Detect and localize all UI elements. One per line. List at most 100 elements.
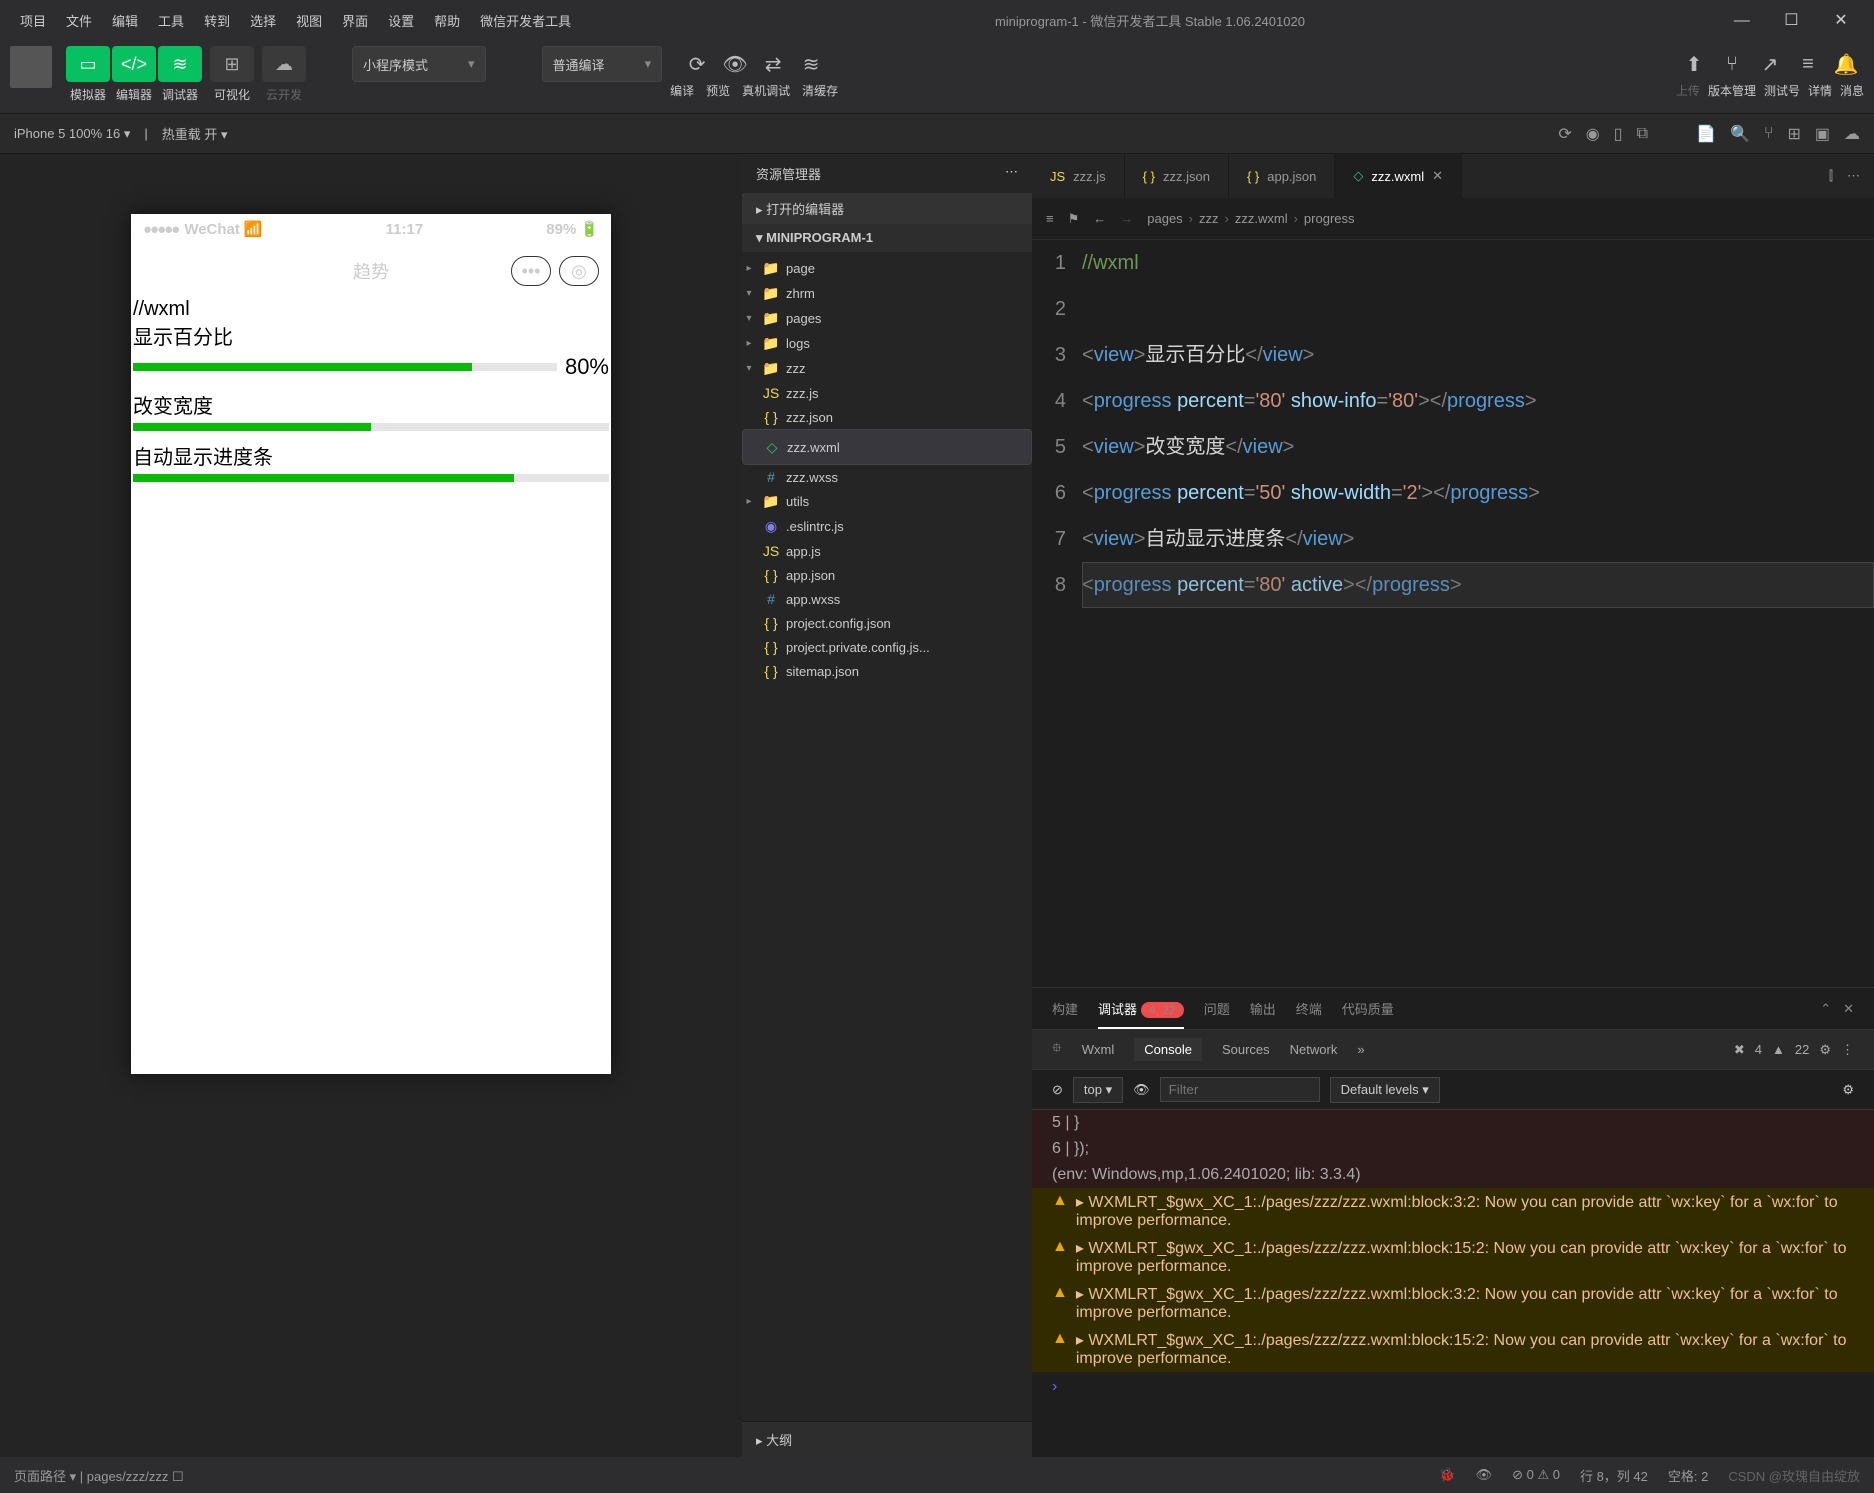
tree-zzz.wxml[interactable]: ◇zzz.wxml xyxy=(742,429,1032,465)
menu-工具[interactable]: 工具 xyxy=(148,14,194,29)
forward-icon[interactable]: → xyxy=(1120,211,1133,226)
eye-icon[interactable]: 👁 xyxy=(1133,1082,1150,1098)
stop-icon[interactable]: ◉ xyxy=(1586,124,1600,144)
bug-icon[interactable]: 🐞 xyxy=(1439,1467,1455,1483)
compile-select[interactable]: 普通编译▾ xyxy=(542,46,663,82)
search-icon[interactable]: 🔍 xyxy=(1730,124,1750,144)
ext-icon[interactable]: ⊞ xyxy=(1787,124,1800,144)
menu-转到[interactable]: 转到 xyxy=(194,14,240,29)
box-icon[interactable]: ▣ xyxy=(1815,124,1830,144)
tree-zzz.json[interactable]: { }zzz.json xyxy=(742,405,1032,429)
device-select[interactable]: iPhone 5 100% 16 ▾ xyxy=(14,126,130,142)
ptab-输出[interactable]: 输出 xyxy=(1250,999,1276,1018)
menu-选择[interactable]: 选择 xyxy=(240,14,286,29)
cloud-button[interactable]: ☁ xyxy=(262,46,306,82)
clear-cache-button[interactable]: ≋ xyxy=(794,46,828,82)
tab-zzz.json[interactable]: { }zzz.json xyxy=(1125,154,1229,198)
editor-button[interactable]: </> xyxy=(112,46,156,82)
tree-.eslintrc.js[interactable]: ◉.eslintrc.js xyxy=(742,514,1032,539)
ptab-调试器[interactable]: 调试器4, 22 xyxy=(1098,999,1184,1029)
tree-app.js[interactable]: JSapp.js xyxy=(742,539,1032,563)
explorer-more-icon[interactable]: ⋯ xyxy=(1005,164,1018,183)
panel-up-icon[interactable]: ⌃ xyxy=(1820,1001,1831,1017)
devtab-network[interactable]: Network xyxy=(1290,1042,1338,1057)
preview-button[interactable]: 👁 xyxy=(718,46,752,82)
capsule-menu[interactable]: ••• xyxy=(511,256,551,286)
bookmark-icon[interactable]: ⚑ xyxy=(1068,211,1080,227)
devtab-sources[interactable]: Sources xyxy=(1222,1042,1270,1057)
tab-app.json[interactable]: { }app.json xyxy=(1229,154,1335,198)
tab-more-icon[interactable]: ⋯ xyxy=(1847,168,1860,184)
tree-zzz.js[interactable]: JSzzz.js xyxy=(742,381,1032,405)
console-gear-icon[interactable]: ⚙ xyxy=(1842,1082,1854,1098)
outline-section[interactable]: ▸ 大纲 xyxy=(742,1421,1032,1457)
maximize-button[interactable]: ☐ xyxy=(1768,10,1814,30)
eye2-icon[interactable]: 👁 xyxy=(1476,1467,1493,1483)
menu-项目[interactable]: 项目 xyxy=(10,14,56,29)
devtab-console[interactable]: Console xyxy=(1134,1038,1202,1061)
menu-界面[interactable]: 界面 xyxy=(332,14,378,29)
more-icon[interactable]: ⋮ xyxy=(1841,1042,1854,1058)
inspect-icon[interactable]: ⯐ xyxy=(1052,1039,1062,1061)
menu-设置[interactable]: 设置 xyxy=(378,14,424,29)
open-editors-section[interactable]: ▸ 打开的编辑器 xyxy=(742,193,1032,224)
context-select[interactable]: top ▾ xyxy=(1073,1077,1123,1103)
close-icon[interactable]: ✕ xyxy=(1432,168,1443,184)
back-icon[interactable]: ← xyxy=(1093,211,1106,226)
upload-button[interactable]: ⬆ xyxy=(1677,46,1711,82)
list-icon[interactable]: ≡ xyxy=(1046,211,1054,226)
menu-微信开发者工具[interactable]: 微信开发者工具 xyxy=(470,14,581,29)
visual-button[interactable]: ⊞ xyxy=(210,46,254,82)
problems-count[interactable]: ⊘ 0 ⚠ 0 xyxy=(1512,1467,1560,1483)
menu-视图[interactable]: 视图 xyxy=(286,14,332,29)
split-editor-icon[interactable]: ⫿ xyxy=(1829,168,1833,184)
tab-zzz.js[interactable]: JSzzz.js xyxy=(1032,154,1125,198)
phone-icon[interactable]: ▯ xyxy=(1614,124,1623,144)
tree-utils[interactable]: ▸📁utils xyxy=(742,489,1032,514)
tab-zzz.wxml[interactable]: ◇zzz.wxml✕ xyxy=(1335,154,1462,198)
ptab-终端[interactable]: 终端 xyxy=(1296,999,1322,1018)
cloud-sync-icon[interactable]: ☁ xyxy=(1844,124,1860,144)
code-editor[interactable]: 12345678 //wxml<view>显示百分比</view><progre… xyxy=(1032,240,1874,987)
details-button[interactable]: ≡ xyxy=(1791,46,1825,82)
tree-app.json[interactable]: { }app.json xyxy=(742,563,1032,587)
cursor-pos[interactable]: 行 8，列 42 xyxy=(1580,1466,1648,1485)
panel-close-icon[interactable]: ✕ xyxy=(1843,1001,1854,1017)
indent[interactable]: 空格: 2 xyxy=(1668,1466,1708,1485)
tree-sitemap.json[interactable]: { }sitemap.json xyxy=(742,659,1032,683)
tree-pages[interactable]: ▾📁pages xyxy=(742,306,1032,331)
split-icon[interactable]: ⧉ xyxy=(1637,125,1648,143)
menu-帮助[interactable]: 帮助 xyxy=(424,14,470,29)
menu-编辑[interactable]: 编辑 xyxy=(102,14,148,29)
tree-logs[interactable]: ▸📁logs xyxy=(742,331,1032,356)
avatar[interactable] xyxy=(10,46,52,88)
debugger-button[interactable]: ≋ xyxy=(158,46,202,82)
remote-debug-button[interactable]: ⇄ xyxy=(756,46,790,82)
levels-select[interactable]: Default levels ▾ xyxy=(1330,1077,1440,1103)
hot-reload[interactable]: 热重载 开 ▾ xyxy=(162,124,228,143)
testid-button[interactable]: ↗ xyxy=(1753,46,1787,82)
tree-project.private.config.js...[interactable]: { }project.private.config.js... xyxy=(742,635,1032,659)
refresh-icon[interactable]: ⟳ xyxy=(1558,124,1571,144)
ptab-代码质量[interactable]: 代码质量 xyxy=(1342,999,1394,1018)
tree-project.config.json[interactable]: { }project.config.json xyxy=(742,611,1032,635)
minimize-button[interactable]: — xyxy=(1719,12,1765,30)
close-button[interactable]: ✕ xyxy=(1818,10,1864,30)
capsule-close[interactable]: ◎ xyxy=(559,256,599,286)
files-icon[interactable]: 📄 xyxy=(1696,124,1716,144)
clear-icon[interactable]: ⊘ xyxy=(1052,1082,1063,1098)
simulator-button[interactable]: ▭ xyxy=(66,46,110,82)
tree-zhrm[interactable]: ▾📁zhrm xyxy=(742,281,1032,306)
gear-icon[interactable]: ⚙ xyxy=(1819,1042,1831,1058)
tree-zzz[interactable]: ▾📁zzz xyxy=(742,356,1032,381)
project-section[interactable]: ▾ MINIPROGRAM-1 xyxy=(742,224,1032,252)
menu-文件[interactable]: 文件 xyxy=(56,14,102,29)
tree-zzz.wxss[interactable]: #zzz.wxss xyxy=(742,465,1032,489)
breadcrumb[interactable]: pages›zzz›zzz.wxml›progress xyxy=(1147,211,1354,226)
ptab-构建[interactable]: 构建 xyxy=(1052,999,1078,1018)
compile-button[interactable]: ⟳ xyxy=(680,46,714,82)
tree-page[interactable]: ▸📁page xyxy=(742,256,1032,281)
messages-button[interactable]: 🔔 xyxy=(1829,46,1863,82)
version-button[interactable]: ⑂ xyxy=(1715,46,1749,82)
mode-select[interactable]: 小程序模式▾ xyxy=(352,46,486,82)
